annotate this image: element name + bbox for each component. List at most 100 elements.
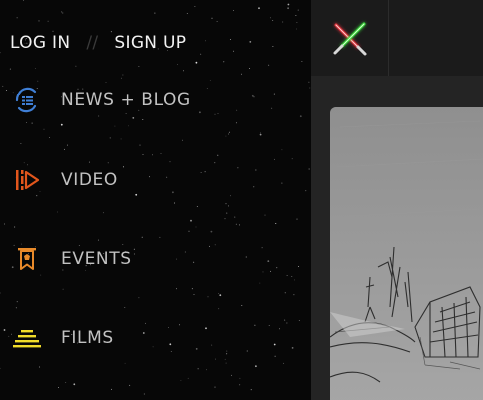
star: [109, 137, 111, 139]
top-header: [311, 0, 483, 76]
star: [259, 133, 262, 136]
star: [273, 158, 275, 160]
star: [236, 109, 238, 111]
concept-art-card[interactable]: [330, 107, 483, 400]
star: [0, 292, 1, 294]
auth-links: LOG IN // SIGN UP: [10, 31, 186, 55]
star: [123, 166, 124, 168]
star: [62, 288, 64, 290]
star: [37, 80, 39, 82]
nav-item-events[interactable]: EVENTS: [12, 243, 132, 275]
star: [279, 328, 280, 330]
logo-button[interactable]: [311, 0, 389, 76]
star: [206, 88, 208, 90]
star: [180, 379, 182, 381]
star: [60, 123, 63, 126]
star: [166, 176, 168, 178]
star: [214, 162, 216, 164]
star: [253, 186, 255, 188]
star: [169, 161, 171, 163]
star: [282, 21, 284, 23]
star: [215, 358, 216, 360]
star: [287, 3, 290, 6]
star: [211, 17, 213, 19]
star: [296, 218, 298, 220]
star: [281, 182, 283, 184]
nav-item-video[interactable]: VIDEO: [12, 164, 118, 196]
star: [210, 230, 213, 233]
star: [297, 9, 299, 11]
video-icon: [12, 166, 42, 194]
star: [218, 308, 220, 310]
star: [145, 322, 146, 324]
star: [209, 79, 211, 81]
star: [223, 61, 225, 63]
star: [253, 96, 255, 98]
star: [209, 245, 210, 247]
star: [138, 65, 140, 67]
star: [173, 203, 175, 204]
star: [231, 374, 232, 376]
star: [205, 327, 207, 330]
star: [172, 191, 174, 194]
star: [225, 135, 227, 137]
star: [235, 223, 237, 225]
star: [299, 115, 302, 118]
star: [298, 319, 300, 321]
star: [182, 139, 183, 141]
star: [63, 148, 65, 150]
star: [273, 343, 276, 346]
star: [214, 244, 216, 246]
star: [23, 0, 25, 2]
star: [20, 142, 22, 144]
star: [141, 236, 143, 238]
nav-item-label: FILMS: [61, 328, 114, 348]
star: [228, 131, 230, 133]
star: [228, 133, 230, 135]
star: [226, 350, 228, 352]
star: [200, 172, 202, 173]
star: [31, 122, 33, 124]
star: [199, 111, 201, 114]
star: [271, 107, 273, 109]
star: [138, 297, 140, 299]
star: [294, 279, 296, 281]
star: [225, 362, 227, 364]
star: [39, 366, 41, 368]
star: [249, 41, 252, 43]
star: [15, 307, 17, 309]
star: [142, 153, 144, 155]
star: [261, 247, 263, 249]
star: [195, 61, 198, 64]
star: [111, 388, 112, 390]
star: [62, 12, 64, 14]
star: [305, 190, 307, 192]
login-link[interactable]: LOG IN: [10, 33, 70, 53]
star: [102, 212, 104, 214]
star: [264, 214, 266, 216]
star: [204, 171, 206, 173]
star: [2, 85, 4, 87]
star: [309, 87, 311, 89]
star: [241, 73, 242, 75]
events-icon: [12, 245, 42, 273]
star: [255, 169, 257, 171]
star: [239, 224, 240, 226]
nav-item-news-blog[interactable]: NEWS + BLOG: [12, 84, 191, 116]
star: [239, 377, 241, 379]
news-blog-icon: [12, 86, 42, 114]
star: [269, 17, 271, 19]
star: [291, 158, 293, 160]
star: [120, 138, 122, 140]
nav-item-films[interactable]: FILMS: [12, 322, 114, 354]
nav-item-label: VIDEO: [61, 170, 118, 190]
star: [129, 384, 131, 386]
signup-link[interactable]: SIGN UP: [114, 33, 186, 53]
star: [183, 70, 184, 72]
star: [66, 144, 68, 146]
star: [268, 64, 270, 66]
star: [224, 218, 226, 220]
star: [124, 306, 126, 308]
star: [270, 270, 272, 272]
concept-sketch-image: [330, 107, 483, 400]
